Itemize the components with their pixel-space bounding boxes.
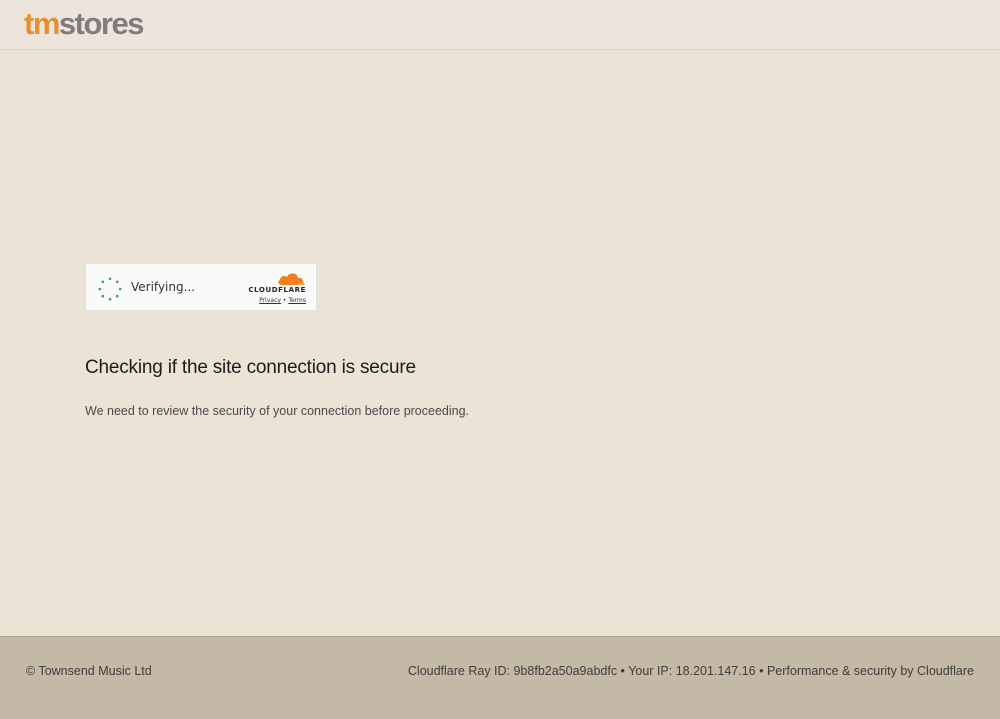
ray-info: Cloudflare Ray ID: 9b8fb2a50a9abdfc • Yo… [408,664,974,678]
cloudflare-wordmark: CLOUDFLARE [248,286,306,294]
footer-separator: • [755,664,767,678]
turnstile-widget[interactable]: Verifying... CLOUDFLARE Privacy • Terms [85,263,317,311]
challenge-page: tmstores Verifying... CLOUDFLARE Privacy… [0,0,1000,719]
loading-spinner-icon [98,277,122,301]
page-description: We need to review the security of your c… [85,404,470,418]
ray-id: 9b8fb2a50a9abdfc [513,664,618,678]
cloudflare-branding: CLOUDFLARE Privacy • Terms [242,271,306,305]
page-title: Checking if the site connection is secur… [85,357,416,378]
site-logo[interactable]: tmstores [24,5,145,43]
ip-address: 18.201.147.16 [675,664,756,678]
footer-separator: • [617,664,629,678]
ip-label: Your IP: [628,664,676,678]
ray-id-label: Cloudflare Ray ID: [407,664,514,678]
privacy-link[interactable]: Privacy [259,297,281,304]
widget-links: Privacy • Terms [259,297,306,304]
footer: © Townsend Music Ltd Cloudflare Ray ID: … [0,636,1000,719]
copyright-text: © Townsend Music Ltd [26,664,152,678]
verifying-status: Verifying... [131,280,196,294]
link-separator: • [282,297,287,304]
logo-tm: tm [24,6,60,41]
cloudflare-cloud-icon [278,273,305,285]
top-bar: tmstores [0,0,1000,50]
terms-link[interactable]: Terms [288,297,306,304]
logo-stores: stores [58,6,145,41]
performance-security-link[interactable]: Performance & security by Cloudflare [767,664,974,678]
